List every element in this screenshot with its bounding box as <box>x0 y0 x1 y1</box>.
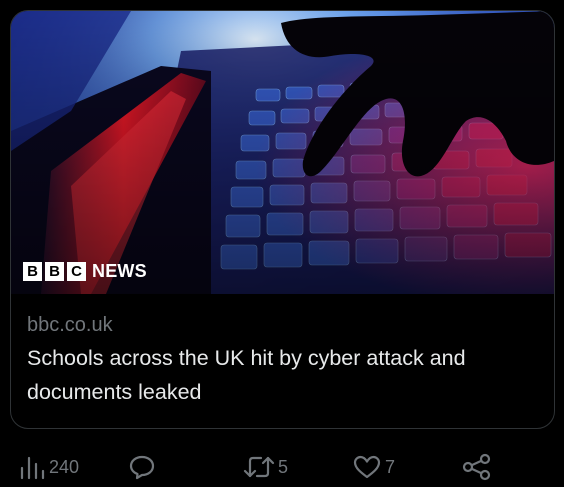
heart-icon <box>352 454 382 480</box>
speech-bubble-icon <box>128 454 156 480</box>
bbc-news-logo: B B C NEWS <box>23 261 147 282</box>
bbc-logo-block-3: C <box>67 262 86 281</box>
views-count: 240 <box>49 456 80 477</box>
like-count: 7 <box>385 456 396 477</box>
article-image[interactable]: B B C NEWS <box>11 11 554 294</box>
bbc-logo-block-2: B <box>45 262 64 281</box>
share-button[interactable] <box>462 453 495 481</box>
link-domain: bbc.co.uk <box>27 314 113 336</box>
share-nodes-icon <box>462 453 492 481</box>
like-button[interactable]: 7 <box>352 453 395 481</box>
bar-chart-icon <box>18 454 46 480</box>
link-preview-card[interactable]: B B C NEWS bbc.co.uk Schools across the … <box>10 10 555 429</box>
views-button[interactable]: 240 <box>18 453 79 481</box>
repost-count: 5 <box>278 456 289 477</box>
repost-button[interactable]: 5 <box>243 453 288 481</box>
laptop-keyboard-image <box>11 11 554 294</box>
link-headline: Schools across the UK hit by cyber attac… <box>27 346 466 404</box>
post-action-bar: 240 5 7 <box>0 445 564 487</box>
reply-button[interactable] <box>128 453 159 481</box>
bbc-logo-block-1: B <box>23 262 42 281</box>
bbc-logo-news-word: NEWS <box>92 261 147 281</box>
card-text[interactable]: bbc.co.uk Schools across the UK hit by c… <box>27 309 542 409</box>
repost-arrows-icon <box>243 454 275 480</box>
